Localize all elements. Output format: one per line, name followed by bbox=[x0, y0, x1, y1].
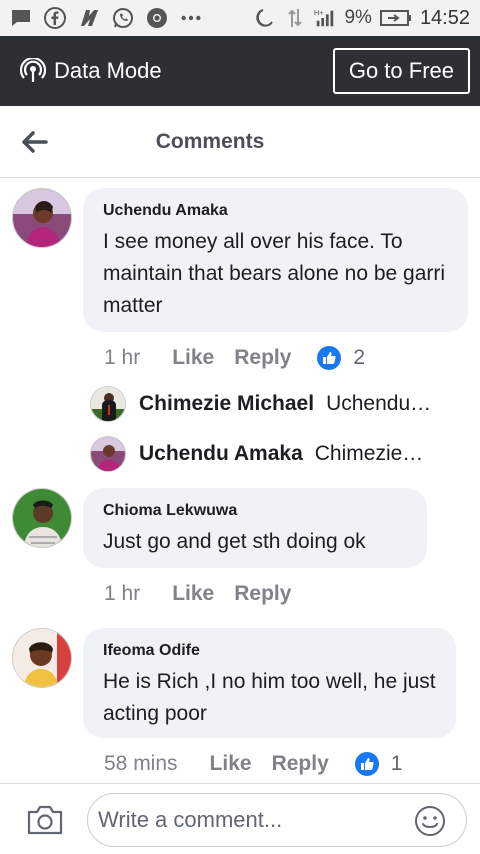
whatsapp-icon bbox=[112, 7, 134, 29]
comment-actions: 58 mins Like Reply 1 bbox=[104, 752, 402, 776]
reply-snippet: Uchendu… bbox=[326, 392, 432, 415]
reply-author[interactable]: Uchendu Amaka bbox=[139, 442, 303, 466]
message-icon bbox=[10, 7, 32, 29]
comment-timestamp[interactable]: 58 mins bbox=[104, 752, 178, 776]
comment-text: Just go and get sth doing ok bbox=[103, 530, 366, 553]
like-button[interactable]: Like bbox=[172, 346, 214, 370]
comment-author[interactable]: Uchendu Amaka bbox=[103, 202, 448, 220]
news-icon bbox=[78, 7, 100, 29]
data-mode-label: Data Mode bbox=[54, 58, 162, 83]
comments-header: Comments bbox=[0, 106, 480, 178]
reply-preview[interactable]: Chimezie Michael Uchendu… bbox=[90, 386, 460, 422]
reply-snippet: Chimezie… bbox=[314, 442, 424, 465]
data-transfer-icon bbox=[284, 7, 306, 29]
like-button[interactable]: Like bbox=[210, 752, 252, 776]
comment-author[interactable]: Ifeoma Odife bbox=[103, 642, 436, 660]
clock: 14:52 bbox=[419, 6, 470, 29]
data-mode-bar: Data Mode Go to Free bbox=[0, 36, 480, 106]
comment-actions: 1 hr Like Reply bbox=[104, 582, 311, 606]
comment-input[interactable]: Write a comment... bbox=[87, 793, 467, 847]
thumbs-up-icon[interactable] bbox=[354, 752, 379, 776]
more-notifications-icon bbox=[180, 7, 202, 29]
reply-preview[interactable]: Uchendu Amaka Chimezie… bbox=[90, 436, 460, 472]
emoji-icon[interactable] bbox=[414, 805, 446, 837]
reply-button[interactable]: Reply bbox=[234, 346, 291, 370]
comment-bubble[interactable]: Chioma Lekwuwa Just go and get sth doing… bbox=[83, 488, 427, 568]
back-arrow-icon[interactable] bbox=[20, 128, 50, 156]
reply-button[interactable]: Reply bbox=[272, 752, 329, 776]
battery-charging-icon bbox=[379, 7, 412, 29]
comment-input-placeholder: Write a comment... bbox=[98, 807, 283, 832]
comment-author[interactable]: Chioma Lekwuwa bbox=[103, 502, 407, 520]
page-title: Comments bbox=[155, 129, 265, 153]
do-not-disturb-moon-icon bbox=[254, 7, 276, 29]
status-bar: H+ 9% 14:52 bbox=[0, 0, 480, 36]
camera-icon[interactable] bbox=[26, 804, 64, 836]
comment-timestamp[interactable]: 1 hr bbox=[104, 346, 140, 370]
comment-composer: Write a comment... bbox=[0, 783, 480, 854]
comment-bubble[interactable]: Uchendu Amaka I see money all over his f… bbox=[83, 188, 468, 332]
reply-button[interactable]: Reply bbox=[234, 582, 291, 606]
avatar[interactable] bbox=[90, 436, 126, 472]
thumbs-up-icon[interactable] bbox=[317, 346, 342, 370]
chrome-icon bbox=[146, 7, 168, 29]
avatar[interactable] bbox=[12, 188, 72, 248]
go-to-free-button[interactable]: Go to Free bbox=[332, 48, 470, 94]
avatar[interactable] bbox=[90, 386, 126, 422]
reaction-count[interactable]: 2 bbox=[353, 346, 365, 370]
svg-text:H+: H+ bbox=[314, 8, 324, 17]
comment-bubble[interactable]: Ifeoma Odife He is Rich ,I no him too we… bbox=[83, 628, 456, 738]
like-button[interactable]: Like bbox=[172, 582, 214, 606]
comment-text: He is Rich ,I no him too well, he just a… bbox=[103, 670, 436, 725]
reply-author[interactable]: Chimezie Michael bbox=[139, 392, 314, 416]
broadcast-icon bbox=[19, 56, 47, 84]
comment-text: I see money all over his face. To mainta… bbox=[103, 230, 446, 317]
avatar[interactable] bbox=[12, 628, 72, 688]
battery-percentage: 9% bbox=[344, 7, 372, 28]
reaction-count[interactable]: 1 bbox=[391, 752, 403, 776]
comment-actions: 1 hr Like Reply 2 bbox=[104, 346, 365, 370]
comment-timestamp[interactable]: 1 hr bbox=[104, 582, 140, 606]
facebook-icon bbox=[44, 7, 66, 29]
avatar[interactable] bbox=[12, 488, 72, 548]
signal-icon: H+ bbox=[314, 7, 336, 29]
